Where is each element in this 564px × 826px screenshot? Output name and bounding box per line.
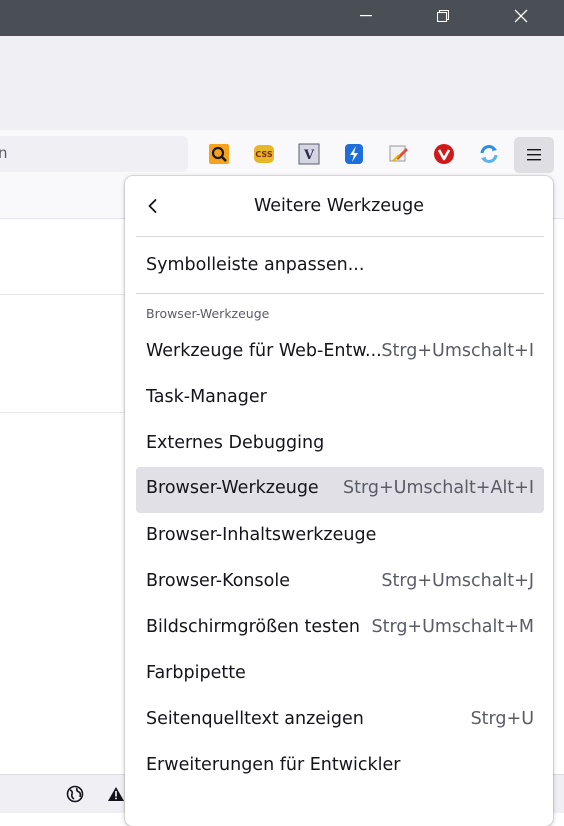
svg-text:CSS: CSS (255, 150, 272, 159)
window-titlebar (0, 0, 564, 36)
tab-strip (0, 36, 564, 130)
close-window-button[interactable] (498, 0, 544, 32)
menu-item-label: Browser-Konsole (146, 571, 290, 591)
menu-item-extensions-for-developers[interactable]: Erweiterungen für Entwickler (136, 744, 544, 790)
menu-item-label: Erweiterungen für Entwickler (146, 755, 401, 775)
menu-item-eyedropper[interactable]: Farbpipette (136, 652, 544, 698)
minimize-button[interactable] (343, 0, 389, 32)
navigation-toolbar: n CSS V (0, 130, 564, 181)
menu-item-shortcut: Strg+Umschalt+Alt+I (343, 478, 534, 498)
menu-item-web-developer-tools[interactable]: Werkzeuge für Web-Entw... Strg+Umschalt+… (136, 330, 544, 376)
menu-item-browser-content-toolbox[interactable]: Browser-Inhaltswerkzeuge (136, 514, 544, 560)
menu-item-customize-toolbar[interactable]: Symbolleiste anpassen... (136, 244, 544, 290)
menu-item-shortcut: Strg+Umschalt+J (381, 571, 534, 591)
app-menu-button[interactable] (514, 137, 554, 173)
menu-item-shortcut: Strg+Umschalt+M (371, 617, 534, 637)
url-bar-text: n (0, 144, 8, 162)
menu-item-label: Bildschirmgrößen testen (146, 617, 360, 637)
menu-item-label: Seitenquelltext anzeigen (146, 709, 364, 729)
minimize-icon (360, 15, 372, 17)
menu-item-label: Browser-Inhaltswerkzeuge (146, 525, 377, 545)
menu-item-label: Task-Manager (146, 387, 267, 407)
panel-title: Weitere Werkzeuge (254, 196, 424, 216)
bolt-ext-icon[interactable] (343, 143, 365, 165)
menu-item-label: Farbpipette (146, 663, 246, 683)
vivaldi-ext-icon[interactable] (433, 143, 455, 165)
menu-item-browser-console[interactable]: Browser-Konsole Strg+Umschalt+J (136, 560, 544, 606)
page-divider (0, 294, 130, 295)
menu-item-shortcut: Strg+Umschalt+I (381, 341, 534, 361)
more-tools-panel: Weitere Werkzeuge Symbolleiste anpassen.… (125, 176, 553, 826)
page-divider (0, 412, 130, 413)
menu-item-responsive-design[interactable]: Bildschirmgrößen testen Strg+Umschalt+M (136, 606, 544, 652)
menu-item-label: Externes Debugging (146, 433, 325, 453)
globe-icon[interactable] (55, 775, 95, 813)
menu-item-view-source[interactable]: Seitenquelltext anzeigen Strg+U (136, 698, 544, 744)
menu-item-task-manager[interactable]: Task-Manager (136, 376, 544, 422)
menu-item-label: Symbolleiste anpassen... (146, 255, 365, 275)
menu-item-shortcut: Strg+U (470, 709, 534, 729)
menu-item-label: Werkzeuge für Web-Entw... (146, 341, 382, 361)
close-icon (514, 9, 528, 23)
css-ext-icon[interactable]: CSS (253, 143, 275, 165)
sync-ext-icon[interactable] (478, 143, 500, 165)
panel-separator (136, 293, 544, 294)
svg-text:V: V (303, 148, 315, 163)
panel-header: Weitere Werkzeuge (125, 176, 553, 236)
restore-button[interactable] (420, 0, 466, 32)
search-ext-icon[interactable] (208, 143, 230, 165)
hamburger-icon (527, 149, 541, 161)
url-bar[interactable]: n (0, 136, 188, 172)
edit-ext-icon[interactable] (388, 143, 410, 165)
v-ext-icon[interactable]: V (298, 143, 320, 165)
section-label: Browser-Werkzeuge (146, 306, 270, 321)
menu-item-label: Browser-Werkzeuge (146, 478, 319, 498)
restore-icon (437, 10, 449, 22)
menu-item-remote-debugging[interactable]: Externes Debugging (136, 422, 544, 468)
panel-separator (136, 236, 544, 237)
menu-item-browser-toolbox[interactable]: Browser-Werkzeuge Strg+Umschalt+Alt+I (136, 467, 544, 513)
